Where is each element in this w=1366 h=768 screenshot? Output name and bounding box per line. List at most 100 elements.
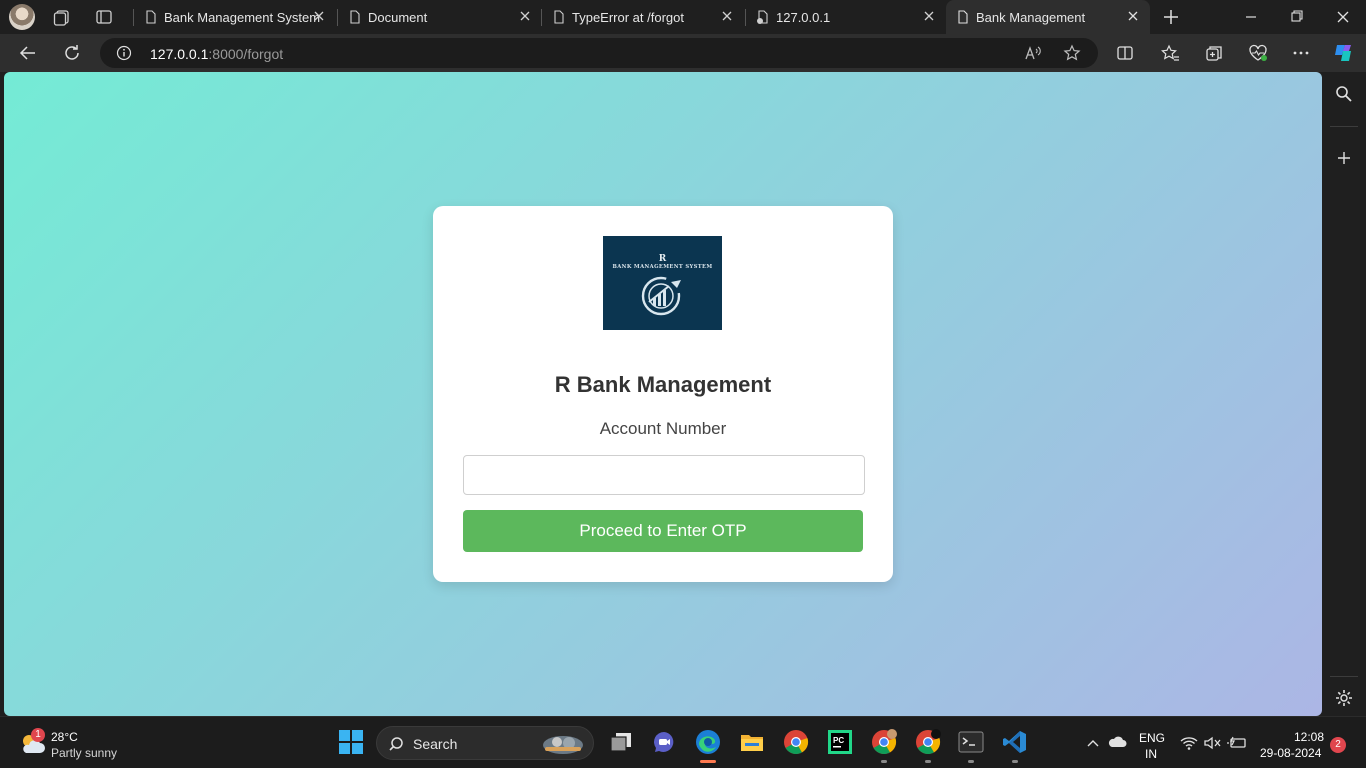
browser-toolbar: 127.0.0.1:8000/forgot [0,34,1366,72]
speaker-muted-icon[interactable] [1203,735,1221,751]
folder-icon [741,735,763,751]
chrome-icon [784,730,809,755]
battery-charging-icon[interactable] [1227,735,1247,751]
tab-bank-management-system[interactable]: Bank Management System [133,0,336,34]
favorite-star-icon[interactable] [1063,44,1081,62]
settings-menu-button[interactable] [1291,43,1311,63]
clock-time[interactable]: 12:08 [1294,730,1324,744]
windows-logo-icon [339,730,363,754]
search-highlight-icon [543,736,583,754]
split-screen-icon [1117,46,1133,60]
profile-avatar[interactable] [9,4,35,30]
close-icon[interactable] [518,9,532,23]
weather-temp: 28°C [51,730,78,744]
info-icon[interactable] [116,45,132,61]
back-arrow-icon [19,46,35,60]
tab-title: Bank Management [976,10,1086,25]
search-icon [1336,86,1352,102]
split-screen-button[interactable] [1115,43,1135,63]
sidebar-settings-button[interactable] [1334,688,1354,708]
address-bar[interactable]: 127.0.0.1:8000/forgot [100,38,1098,68]
collections-icon [1206,46,1222,61]
svg-text:PC: PC [833,736,844,745]
tab-document[interactable]: Document [337,0,542,34]
refresh-button[interactable] [62,43,82,63]
page-icon [554,10,564,24]
language-indicator[interactable]: ENG [1139,731,1165,745]
taskbar-app-vscode[interactable] [1002,729,1028,763]
copilot-icon [1335,45,1351,61]
heart-pulse-icon [1249,44,1267,61]
logo-text: BANK MANAGEMENT SYSTEM [612,264,713,270]
task-view-button[interactable] [608,729,634,755]
weather-condition: Partly sunny [51,746,118,760]
account-number-input[interactable] [463,455,865,495]
task-view-icon [610,733,631,752]
chat-icon [654,732,674,752]
account-number-label: Account Number [599,419,727,438]
read-aloud-icon[interactable] [1024,44,1042,62]
close-icon[interactable] [922,9,936,23]
taskbar-app-pycharm[interactable]: PC [827,729,853,755]
url-text[interactable]: 127.0.0.1:8000/forgot [150,46,283,62]
tab-typeerror[interactable]: TypeError at /forgot [541,0,744,34]
weather-badge: 1 [31,728,45,742]
back-button[interactable] [18,43,38,63]
taskbar-app-chat[interactable] [651,729,677,755]
tab-localhost[interactable]: 127.0.0.1 [745,0,946,34]
close-icon[interactable] [1126,9,1140,23]
forgot-card: R BANK MANAGEMENT SYSTEM R Bank Manageme… [433,206,893,582]
chrome-icon [872,729,897,755]
close-icon[interactable] [312,9,326,23]
chevron-up-icon[interactable] [1085,735,1101,751]
browser-essentials-button[interactable] [1248,43,1268,63]
plus-icon [1338,152,1350,164]
taskbar-app-edge[interactable] [695,729,721,763]
growth-chart-icon [641,276,681,316]
taskbar-app-chrome-profile-1[interactable] [871,729,897,763]
refresh-icon [65,45,79,60]
favorites-button[interactable] [1160,43,1180,63]
close-icon[interactable] [720,9,734,23]
tab-bank-management[interactable]: Bank Management [946,0,1150,34]
taskbar-app-chrome-profile-2[interactable] [915,729,941,763]
vscode-icon [1003,731,1026,753]
taskbar-search[interactable]: Search [376,726,594,760]
minimize-button[interactable] [1228,0,1274,34]
onedrive-cloud-icon[interactable] [1107,734,1127,750]
sidebar-add-button[interactable] [1334,148,1354,168]
terminal-icon [958,731,984,753]
minimize-icon [1246,16,1256,18]
new-tab-icon[interactable] [1162,8,1180,26]
tab-title: Document [368,10,428,25]
gear-icon [1336,690,1352,706]
tab-title: 127.0.0.1 [776,10,831,25]
proceed-otp-button[interactable]: Proceed to Enter OTP [463,510,863,552]
url-host: 127.0.0.1 [150,46,209,62]
url-path: :8000/forgot [208,46,284,62]
logo-letter: R [658,254,667,264]
notification-badge[interactable]: 2 [1330,737,1346,753]
page-title: R Bank Management [554,372,772,397]
sidebar-search-button[interactable] [1334,84,1354,104]
workspaces-icon[interactable] [53,8,71,26]
language-region: IN [1145,747,1157,761]
vertical-tabs-icon[interactable] [95,8,113,26]
tab-title: Bank Management System [164,10,321,25]
wifi-icon[interactable] [1180,735,1198,751]
tab-strip: Bank Management System Document TypeErro… [0,0,1366,34]
start-button[interactable] [338,729,364,755]
taskbar-app-terminal[interactable] [958,729,984,763]
taskbar-app-chrome[interactable] [783,729,809,755]
edge-icon [696,730,720,754]
page-viewport: R BANK MANAGEMENT SYSTEM R Bank Manageme… [4,72,1322,716]
restore-button[interactable] [1274,0,1320,34]
collections-button[interactable] [1204,43,1224,63]
close-window-button[interactable] [1320,0,1366,34]
favorites-icon [1161,44,1179,61]
copilot-button[interactable] [1332,41,1356,65]
search-label: Search [413,736,458,752]
clock-date[interactable]: 29-08-2024 [1260,746,1321,760]
page-error-icon [757,10,768,24]
taskbar-app-file-explorer[interactable] [739,729,765,755]
